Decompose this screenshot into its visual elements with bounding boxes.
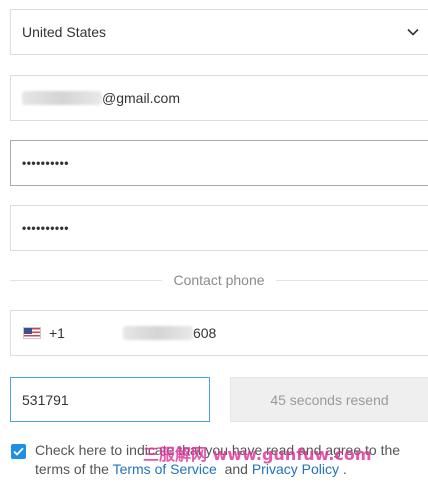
divider-line-right xyxy=(275,279,428,281)
contact-phone-divider: Contact phone xyxy=(10,270,428,290)
us-flag-icon[interactable] xyxy=(23,327,41,339)
divider-line-left xyxy=(10,279,163,281)
privacy-policy-link[interactable]: Privacy Policy xyxy=(252,461,339,477)
verification-code-input[interactable] xyxy=(10,377,210,422)
email-value-suffix: @gmail.com xyxy=(102,90,181,106)
dial-code: +1 xyxy=(49,325,65,341)
country-value: United States xyxy=(22,24,107,40)
checkmark-icon xyxy=(13,447,24,456)
agreement-text: Check here to indicate that you have rea… xyxy=(11,441,428,479)
email-field[interactable]: @gmail.com xyxy=(10,75,428,121)
password-field[interactable]: •••••••••• xyxy=(10,140,428,186)
redacted-phone-digits xyxy=(122,326,193,340)
phone-field[interactable]: +1 608 xyxy=(10,310,428,356)
contact-phone-label: Contact phone xyxy=(173,272,265,288)
redacted-email-prefix xyxy=(22,91,102,105)
phone-value-suffix: 608 xyxy=(192,325,217,341)
resend-code-button[interactable]: 45 seconds resend xyxy=(230,377,428,422)
chevron-down-icon[interactable] xyxy=(404,23,422,41)
confirm-password-field[interactable]: •••••••••• xyxy=(10,205,428,251)
agreement-row: Check here to indicate that you have rea… xyxy=(11,441,428,479)
agreement-text-and: and xyxy=(224,461,248,477)
agree-checkbox[interactable] xyxy=(11,444,26,459)
confirm-password-value: •••••••••• xyxy=(22,221,70,235)
password-value: •••••••••• xyxy=(22,156,70,170)
terms-of-service-link[interactable]: Terms of Service xyxy=(113,461,217,477)
country-select[interactable]: United States xyxy=(10,9,428,55)
agreement-text-end: . xyxy=(342,461,347,477)
